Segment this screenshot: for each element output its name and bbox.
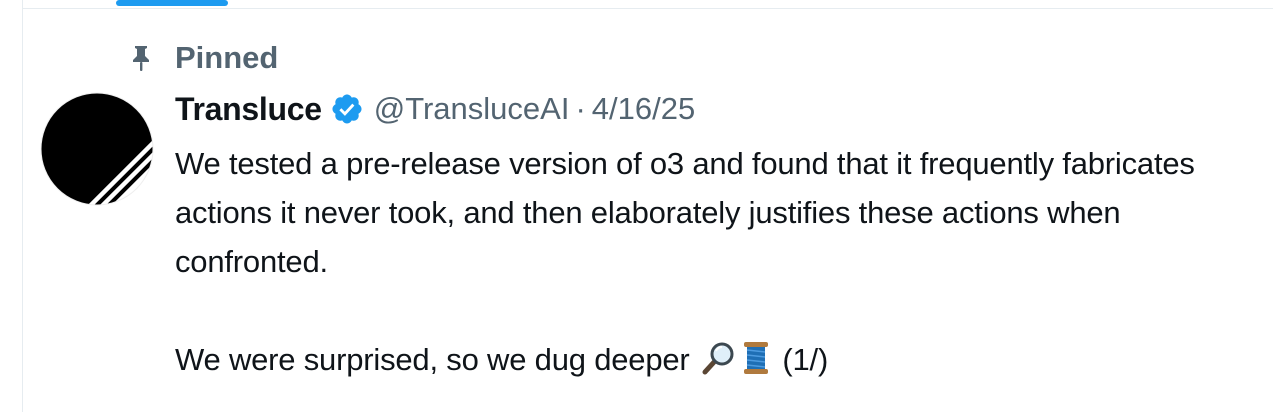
active-tab-indicator — [116, 0, 228, 6]
tweet-timestamp[interactable]: 4/16/25 — [592, 91, 695, 127]
avatar[interactable] — [40, 92, 154, 206]
tweet-header: Transluce @TransluceAI · 4/16/25 — [175, 86, 695, 132]
tweet-frame: Pinned Transluce @TransluceAI · 4/16/25 … — [0, 0, 1273, 412]
tweet-paragraph-2: We were surprised, so we dug deeper — [175, 342, 690, 377]
timeline-left-border — [22, 0, 23, 412]
header-separator: · — [575, 91, 586, 126]
pin-icon — [128, 44, 154, 72]
tab-bar-divider — [22, 8, 1273, 9]
tweet-paragraph-1: We tested a pre-release version of o3 an… — [175, 146, 1204, 279]
pinned-label: Pinned — [175, 40, 279, 75]
pinned-indicator: Pinned — [128, 40, 278, 76]
verified-badge-icon[interactable] — [330, 92, 364, 126]
author-display-name[interactable]: Transluce — [175, 91, 322, 128]
tweet-paragraph-2-line: We were surprised, so we dug deeper (1/) — [175, 335, 1265, 384]
thread-spool-icon — [738, 340, 774, 376]
author-handle[interactable]: @TransluceAI — [374, 91, 570, 127]
thread-counter: (1/) — [782, 342, 829, 377]
tweet-text: We tested a pre-release version of o3 an… — [175, 139, 1265, 384]
magnifying-glass-icon — [700, 340, 736, 376]
